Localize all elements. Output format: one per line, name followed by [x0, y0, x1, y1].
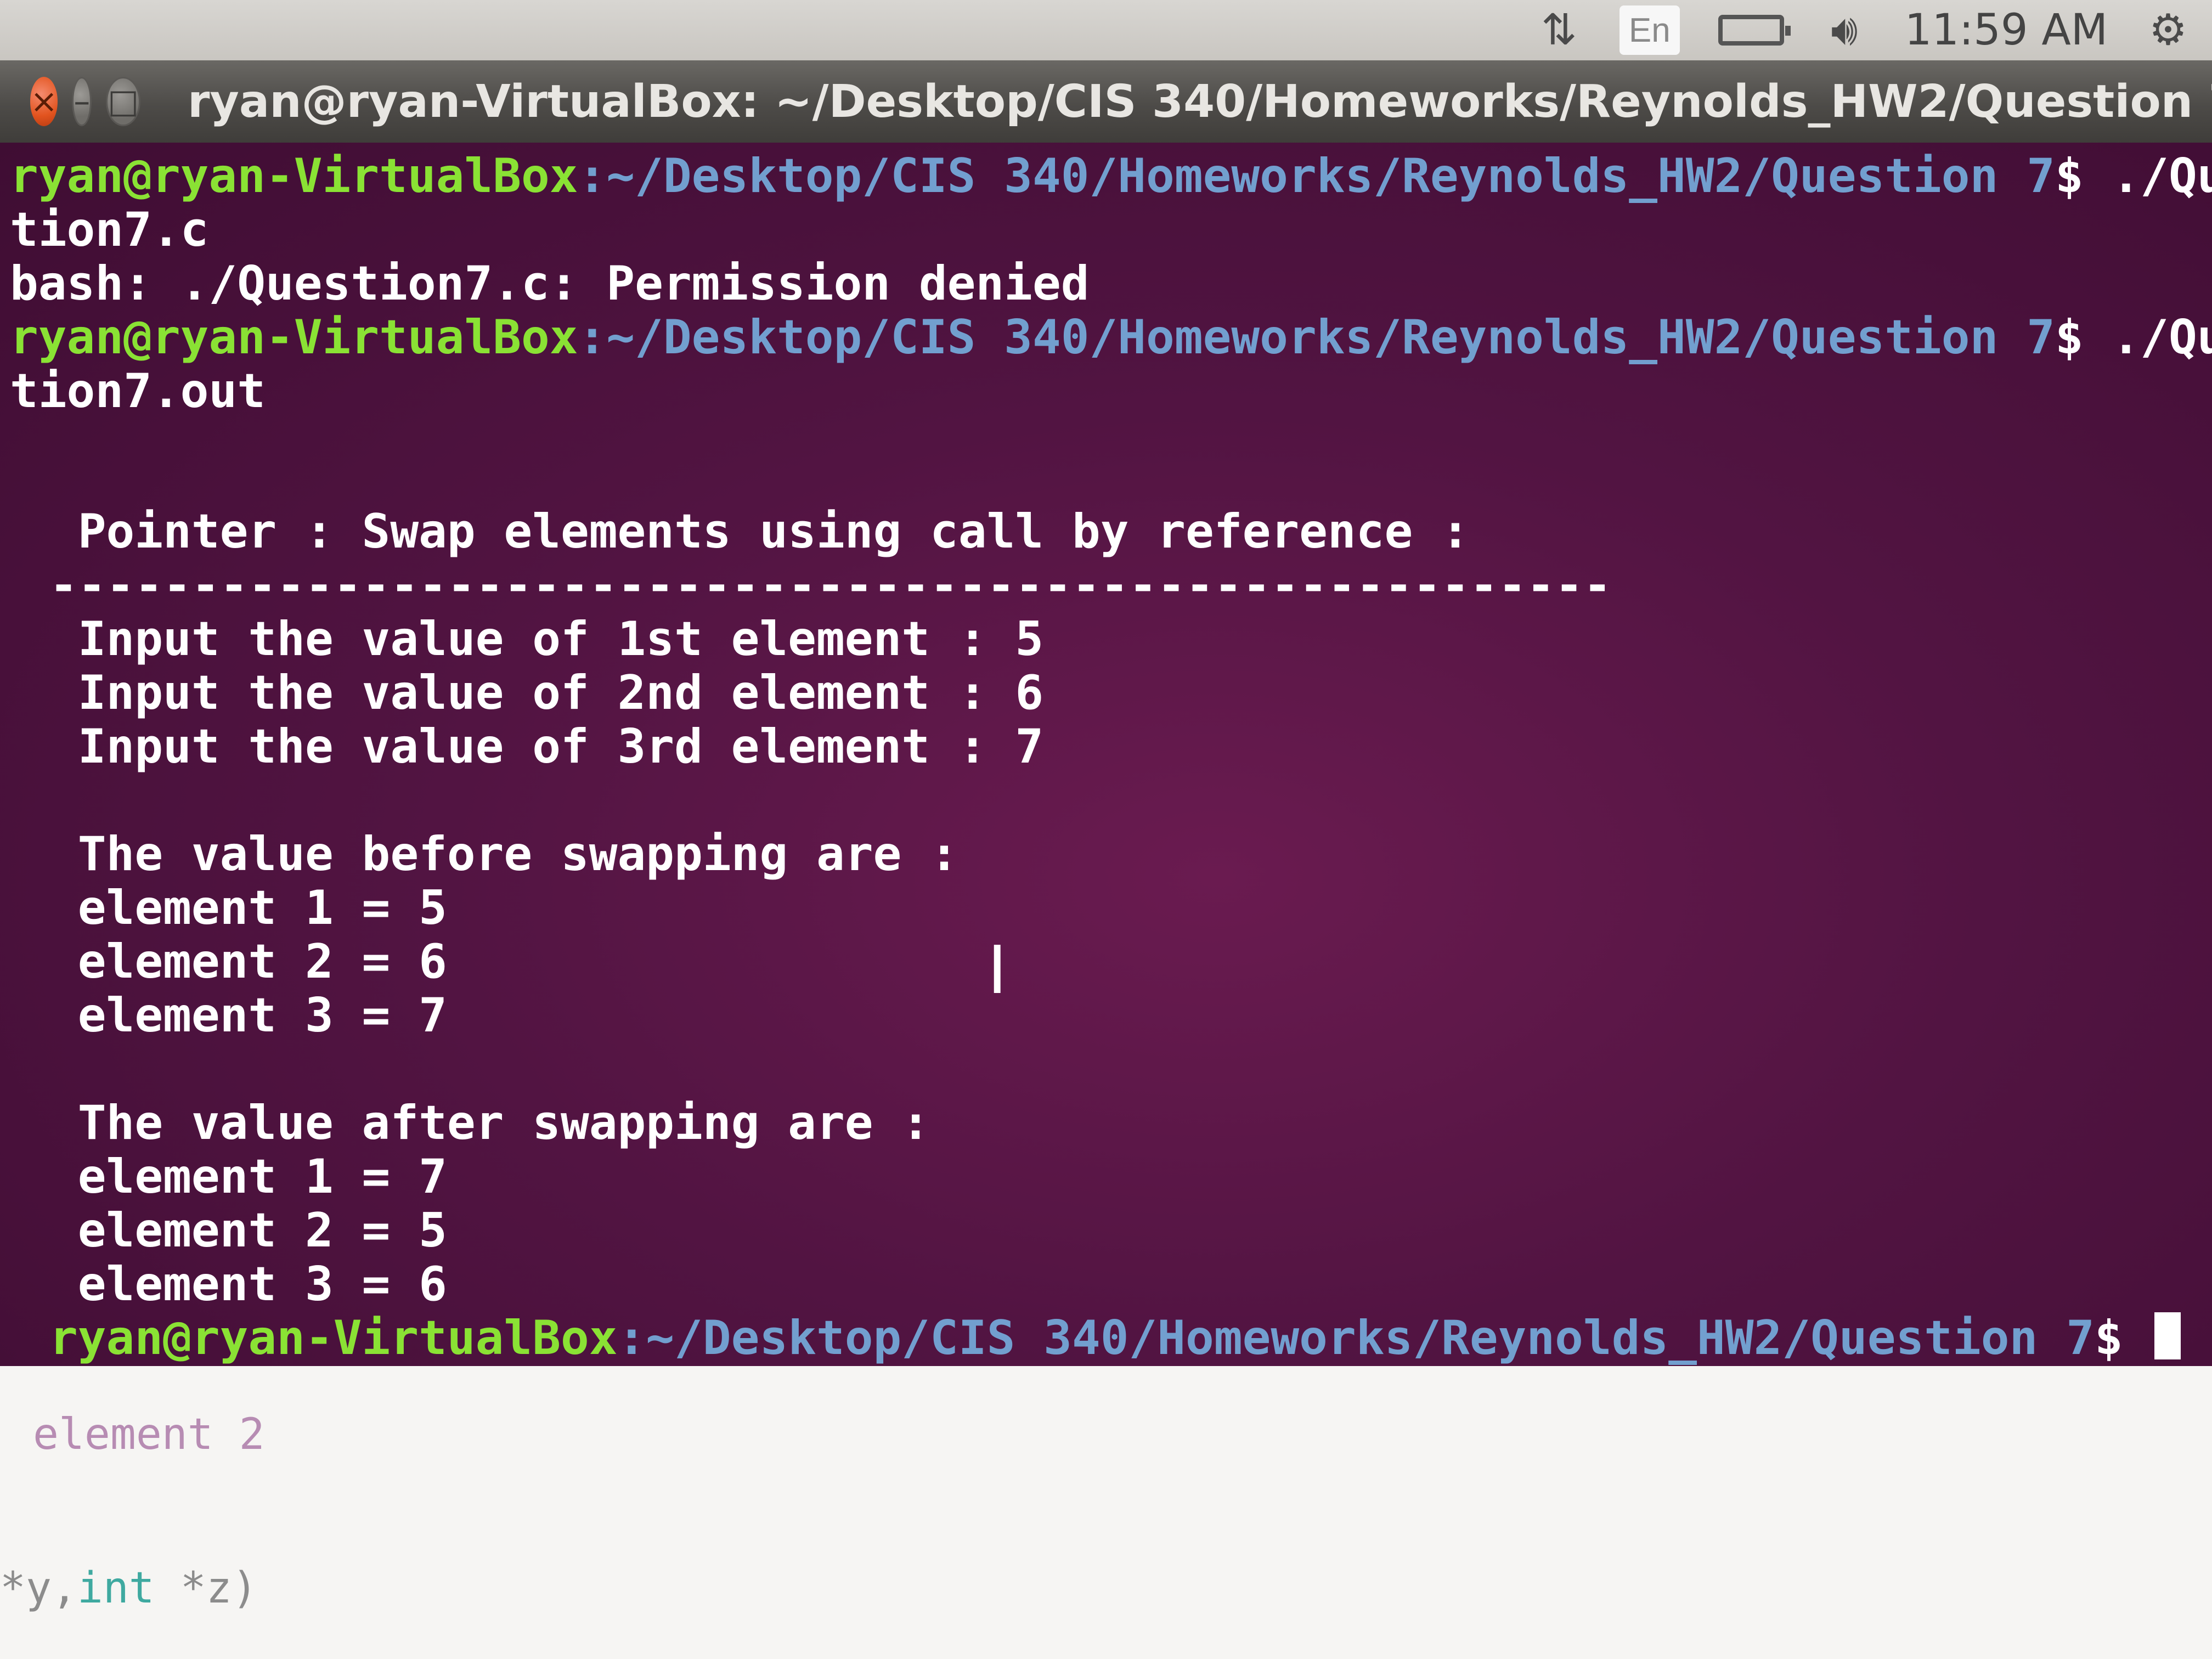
window-title: ryan@ryan-VirtualBox: ~/Desktop/CIS 340/…	[187, 75, 2212, 128]
ibeam-cursor-icon: I	[988, 933, 1007, 1009]
output-line: element 2 = 5	[49, 1203, 447, 1258]
terminal-line: ryan@ryan-VirtualBox:~/Desktop/CIS 340/H…	[10, 311, 2212, 364]
maximize-icon: □	[108, 82, 139, 121]
output-line: Input the value of 1st element : 5	[49, 612, 1044, 667]
command-text: tion7.c	[10, 202, 209, 257]
output-line: The value after swapping are :	[49, 1096, 930, 1150]
code-text: *z)	[154, 1564, 258, 1613]
output-line: element 1 = 7	[49, 1149, 447, 1204]
prompt-symbol: $	[2094, 1311, 2152, 1365]
terminal-line: tion7.c	[10, 203, 2212, 257]
terminal-line: ryan@ryan-VirtualBox:~/Desktop/CIS 340/H…	[10, 149, 2212, 203]
minimize-button[interactable]: –	[72, 77, 92, 126]
command-text: ./Ques	[2112, 310, 2212, 365]
keyboard-layout-indicator[interactable]: En	[1619, 5, 1680, 55]
close-icon: ×	[30, 82, 58, 121]
editor-code-line: *y,int *z)	[0, 1564, 258, 1613]
prompt-user: ryan@ryan-VirtualBox	[10, 149, 578, 204]
editor-code-line: element 2	[33, 1410, 265, 1459]
prompt-symbol: $	[2055, 310, 2084, 365]
battery-icon[interactable]	[1718, 15, 1791, 46]
prompt-user: ryan@ryan-VirtualBox	[10, 310, 578, 365]
terminal-line: tion7.out	[10, 364, 2212, 418]
output-line: Input the value of 3rd element : 7	[49, 719, 1044, 774]
terminal-line: bash: ./Question7.c: Permission denied	[10, 257, 2212, 311]
network-transfer-icon[interactable]: ⇅	[1537, 5, 1581, 55]
code-text: *y,	[0, 1564, 77, 1613]
output-line: Input the value of 2nd element : 6	[49, 665, 1044, 720]
system-tray: ⇅ En 🔊︎ 11:59 AM ⚙	[1537, 0, 2212, 60]
error-output: bash: ./Question7.c: Permission denied	[10, 256, 1090, 311]
background-editor[interactable]: element 2 *y,int *z)	[0, 1366, 2212, 1659]
volume-icon[interactable]: 🔊︎	[1822, 5, 1866, 55]
output-line: element 1 = 5	[49, 881, 447, 935]
output-line: Pointer : Swap elements using call by re…	[49, 504, 1470, 559]
close-button[interactable]: ×	[30, 77, 58, 126]
output-line: element 3 = 7	[49, 988, 447, 1043]
terminal-view[interactable]: ryan@ryan-VirtualBox:~/Desktop/CIS 340/H…	[0, 143, 2212, 1366]
clock[interactable]: 11:59 AM	[1905, 5, 2108, 55]
text-cursor	[2154, 1312, 2181, 1359]
terminal-history: ryan@ryan-VirtualBox:~/Desktop/CIS 340/H…	[10, 149, 2212, 418]
terminal-input-line[interactable]: ryan@ryan-VirtualBox:~/Desktop/CIS 340/H…	[49, 1311, 2181, 1365]
prompt-user: ryan@ryan-VirtualBox	[49, 1311, 618, 1365]
prompt-symbol: $	[2055, 149, 2084, 204]
code-keyword: int	[77, 1564, 155, 1613]
minimize-icon: –	[74, 82, 91, 121]
output-line: element 2 = 6	[49, 934, 447, 989]
output-line: element 3 = 6	[49, 1257, 447, 1312]
program-output: Pointer : Swap elements using call by re…	[49, 505, 1612, 1311]
top-panel: ⇅ En 🔊︎ 11:59 AM ⚙	[0, 0, 2212, 60]
maximize-button[interactable]: □	[106, 77, 140, 126]
gear-icon[interactable]: ⚙	[2146, 5, 2190, 55]
prompt-path: :~/Desktop/CIS 340/Homeworks/Reynolds_HW…	[578, 149, 2055, 204]
prompt-path: :~/Desktop/CIS 340/Homeworks/Reynolds_HW…	[617, 1311, 2095, 1365]
command-text: tion7.out	[10, 364, 266, 419]
window-titlebar[interactable]: × – □ ryan@ryan-VirtualBox: ~/Desktop/CI…	[0, 60, 2212, 143]
prompt-path: :~/Desktop/CIS 340/Homeworks/Reynolds_HW…	[578, 310, 2055, 365]
output-line: The value before swapping are :	[49, 827, 958, 882]
command-text: ./Ques	[2112, 149, 2212, 204]
output-line: ----------------------------------------…	[49, 558, 1612, 613]
